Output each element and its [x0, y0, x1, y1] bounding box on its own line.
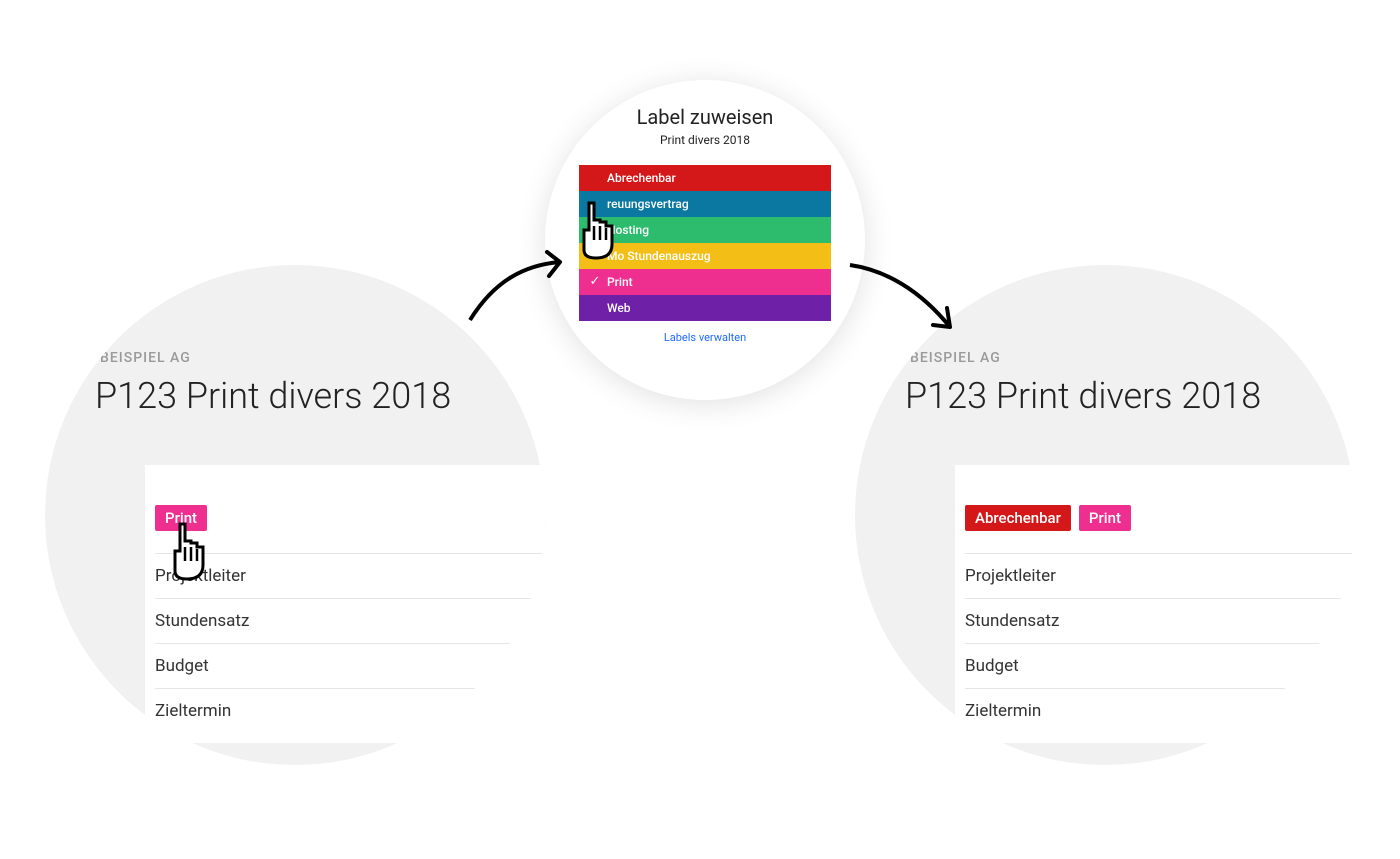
popover-title: Label zuweisen — [545, 105, 865, 129]
pointer-cursor-icon — [572, 200, 620, 260]
tags-row: Abrechenbar Print — [965, 505, 1355, 531]
check-icon: ✓ — [587, 269, 603, 295]
tag-abrechenbar[interactable]: Abrechenbar — [965, 505, 1071, 531]
flow-arrow-icon — [465, 250, 575, 334]
row-deadline-label: Zieltermin — [965, 701, 1041, 721]
row-deadline-label: Zieltermin — [155, 701, 231, 721]
project-card: Abrechenbar Print Projektleiter Sandra S… — [955, 465, 1355, 743]
tag-print[interactable]: Print — [1079, 505, 1131, 531]
stage: BEISPIEL AG P123 Print divers 2018 Print… — [0, 0, 1400, 859]
manage-labels-link[interactable]: Labels verwalten — [545, 331, 865, 344]
project-title: P123 Print divers 2018 — [905, 375, 1261, 417]
row-budget-label: Budget — [155, 656, 209, 676]
label-text: Abrechenbar — [607, 171, 676, 185]
label-option-print[interactable]: ✓ Print — [579, 269, 831, 295]
pointer-cursor-icon — [163, 521, 211, 581]
row-leader-label: Projektleiter — [965, 566, 1056, 586]
row-rate-label: Stundensatz — [965, 611, 1059, 631]
label-text: Mo Stundenauszug — [607, 249, 711, 263]
project-card: Print Projektleiter Sandra Se Stundensat… — [145, 465, 545, 743]
label-option-abrechenbar[interactable]: Abrechenbar — [579, 165, 831, 191]
tags-row: Print — [155, 505, 545, 531]
label-text: Web — [607, 301, 631, 315]
popover-subtitle: Print divers 2018 — [545, 133, 865, 147]
company-name: BEISPIEL AG — [910, 350, 1001, 366]
project-title: P123 Print divers 2018 — [95, 375, 451, 417]
project-panel-before: BEISPIEL AG P123 Print divers 2018 Print… — [45, 265, 545, 765]
label-text: Print — [607, 275, 633, 289]
company-name: BEISPIEL AG — [100, 350, 191, 366]
row-rate-label: Stundensatz — [155, 611, 249, 631]
row-budget-label: Budget — [965, 656, 1019, 676]
flow-arrow-icon — [845, 255, 965, 349]
label-option-web[interactable]: Web — [579, 295, 831, 321]
